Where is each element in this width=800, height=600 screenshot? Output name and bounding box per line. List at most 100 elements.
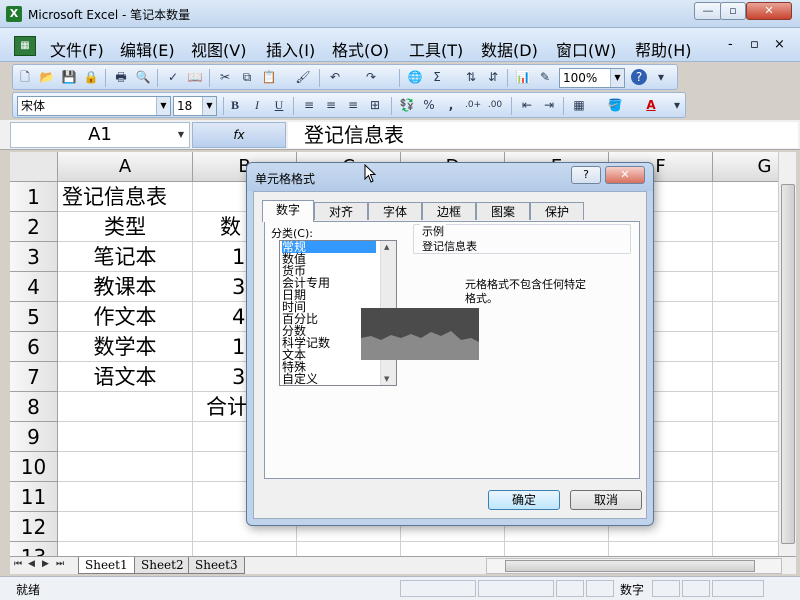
cell-a3[interactable]: 笔记本: [58, 242, 192, 272]
cell-b2[interactable]: 数: [220, 212, 241, 242]
first-sheet-icon[interactable]: ⏮: [14, 559, 22, 569]
row-header-9[interactable]: 9: [10, 422, 58, 452]
fill-color-icon[interactable]: 🪣: [607, 97, 623, 113]
menu-tools[interactable]: 工具(T): [409, 37, 463, 61]
name-box[interactable]: A1 ▼: [10, 122, 190, 148]
menu-file[interactable]: 文件(F): [50, 37, 104, 61]
help-icon[interactable]: ?: [631, 69, 647, 85]
category-option-custom[interactable]: 自定义: [282, 373, 318, 385]
paste-icon[interactable]: 📋: [261, 69, 277, 85]
tab-alignment[interactable]: 对齐: [314, 202, 368, 220]
workbook-minimize-button[interactable]: -: [728, 37, 733, 52]
sheet-tab-1[interactable]: Sheet1: [78, 557, 135, 574]
font-name-select[interactable]: 宋体 ▼: [17, 96, 171, 116]
formula-input[interactable]: 登记信息表: [288, 122, 798, 148]
scrollbar-thumb[interactable]: [505, 560, 755, 572]
tab-patterns[interactable]: 图案: [476, 202, 530, 220]
last-sheet-icon[interactable]: ⏭: [56, 559, 64, 569]
cell-a2[interactable]: 类型: [58, 212, 192, 242]
new-file-icon[interactable]: 🗋: [17, 69, 33, 85]
borders-icon[interactable]: ▦: [571, 97, 587, 113]
format-painter-icon[interactable]: 🖌: [295, 69, 311, 85]
tab-protection[interactable]: 保护: [530, 202, 584, 220]
sort-ascending-icon[interactable]: ⇅: [463, 69, 479, 85]
prev-sheet-icon[interactable]: ◀: [28, 559, 35, 569]
row-header-11[interactable]: 11: [10, 482, 58, 512]
hyperlink-icon[interactable]: 🌐: [407, 69, 423, 85]
align-right-icon[interactable]: ≡: [345, 97, 361, 113]
row-header-8[interactable]: 8: [10, 392, 58, 422]
align-center-icon[interactable]: ≡: [323, 97, 339, 113]
select-all-corner[interactable]: [10, 152, 58, 182]
print-preview-icon[interactable]: 🔍: [135, 69, 151, 85]
italic-button[interactable]: I: [249, 97, 265, 113]
cell-b7[interactable]: 3: [232, 362, 245, 392]
cell-total[interactable]: 合计: [206, 392, 248, 422]
zoom-select[interactable]: 100% ▼: [559, 68, 625, 88]
comma-button[interactable]: ,: [443, 97, 459, 113]
menu-view[interactable]: 视图(V): [191, 37, 246, 61]
row-header-12[interactable]: 12: [10, 512, 58, 542]
cell-a6[interactable]: 数学本: [58, 332, 192, 362]
spelling-icon[interactable]: ✓: [165, 69, 181, 85]
menu-window[interactable]: 窗口(W): [556, 37, 616, 61]
workbook-close-button[interactable]: ×: [774, 37, 785, 52]
scroll-up-icon[interactable]: ▲: [384, 243, 389, 251]
percent-button[interactable]: %: [421, 97, 437, 113]
bold-button[interactable]: B: [227, 97, 243, 113]
dialog-close-button[interactable]: ✕: [605, 166, 645, 184]
chevron-down-icon[interactable]: ▼: [610, 69, 624, 87]
toolbar-options-icon[interactable]: ▾: [653, 69, 669, 85]
workbook-icon[interactable]: ▦: [14, 36, 36, 56]
font-color-icon[interactable]: A: [643, 97, 659, 113]
cell-a5[interactable]: 作文本: [58, 302, 192, 332]
copy-icon[interactable]: ⧉: [239, 69, 255, 85]
increase-indent-icon[interactable]: ⇥: [541, 97, 557, 113]
row-header-2[interactable]: 2: [10, 212, 58, 242]
decrease-decimal-icon[interactable]: .00: [487, 97, 503, 113]
menu-format[interactable]: 格式(O): [332, 37, 389, 61]
cell-a1[interactable]: 登记信息表: [62, 182, 167, 212]
row-header-4[interactable]: 4: [10, 272, 58, 302]
cancel-button[interactable]: 取消: [570, 490, 642, 510]
align-left-icon[interactable]: ≡: [301, 97, 317, 113]
dialog-help-button[interactable]: ?: [571, 166, 601, 184]
row-header-10[interactable]: 10: [10, 452, 58, 482]
research-icon[interactable]: 📖: [187, 69, 203, 85]
minimize-button[interactable]: —: [694, 2, 722, 20]
redo-icon[interactable]: ↷: [363, 69, 379, 85]
row-header-13[interactable]: 13: [10, 542, 58, 556]
menu-insert[interactable]: 插入(I): [266, 37, 315, 61]
workbook-restore-button[interactable]: ▫: [750, 37, 759, 52]
save-icon[interactable]: 💾: [61, 69, 77, 85]
toolbar-options-icon[interactable]: ▾: [669, 97, 685, 113]
row-header-7[interactable]: 7: [10, 362, 58, 392]
cell-a7[interactable]: 语文本: [58, 362, 192, 392]
chart-wizard-icon[interactable]: 📊: [515, 69, 531, 85]
row-header-5[interactable]: 5: [10, 302, 58, 332]
chevron-down-icon[interactable]: ▼: [156, 97, 170, 115]
scroll-down-icon[interactable]: ▼: [384, 375, 389, 383]
autosum-icon[interactable]: Σ: [429, 69, 445, 85]
sort-descending-icon[interactable]: ⇵: [485, 69, 501, 85]
cell-b4[interactable]: 3: [232, 272, 245, 302]
tab-number[interactable]: 数字: [262, 200, 314, 222]
column-header-a[interactable]: A: [58, 152, 193, 182]
horizontal-scrollbar[interactable]: [486, 558, 782, 574]
column-header-g[interactable]: G: [713, 152, 778, 182]
scrollbar-thumb[interactable]: [781, 184, 795, 544]
currency-icon[interactable]: 💱: [399, 97, 415, 113]
drawing-icon[interactable]: ✎: [537, 69, 553, 85]
underline-button[interactable]: U: [271, 97, 287, 113]
increase-decimal-icon[interactable]: .0+: [465, 97, 481, 113]
cut-icon[interactable]: ✂: [217, 69, 233, 85]
menu-help[interactable]: 帮助(H): [635, 37, 692, 61]
menu-data[interactable]: 数据(D): [481, 37, 538, 61]
cell-b5[interactable]: 4: [232, 302, 245, 332]
row-header-3[interactable]: 3: [10, 242, 58, 272]
ok-button[interactable]: 确定: [488, 490, 560, 510]
merge-center-icon[interactable]: ⊞: [367, 97, 383, 113]
chevron-down-icon[interactable]: ▼: [173, 123, 189, 147]
undo-icon[interactable]: ↶: [327, 69, 343, 85]
sheet-tab-2[interactable]: Sheet2: [134, 557, 191, 574]
